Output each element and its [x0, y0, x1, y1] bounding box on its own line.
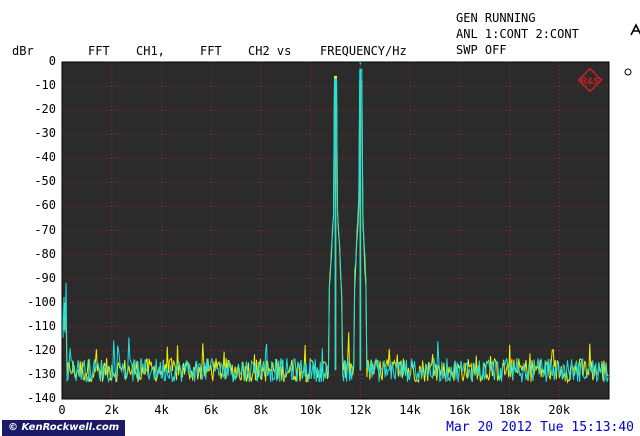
y-tick-label: -100: [27, 294, 56, 309]
x-tick-label: 12k: [349, 403, 372, 417]
x-tick-label: 16k: [448, 403, 471, 417]
watermark-credit: © KenRockwell.com: [2, 420, 126, 436]
svg-text:R&S: R&S: [580, 76, 599, 86]
y-tick-label: -10: [34, 78, 56, 93]
x-tick-label: 14k: [399, 403, 421, 417]
x-tick-label: 4k: [154, 403, 169, 417]
y-tick-label: -50: [34, 174, 56, 189]
scroll-marker-icon: [624, 68, 632, 76]
x-tick-label: 8k: [253, 403, 269, 417]
y-tick-label: -130: [27, 366, 56, 381]
x-tick-label: 18k: [498, 403, 521, 417]
y-tick-label: -60: [34, 198, 56, 213]
y-tick-label: -110: [27, 318, 56, 333]
y-tick-label: -40: [34, 150, 56, 165]
y-tick-label: 0: [48, 54, 56, 68]
timestamp: Mar 20 2012 Tue 15:13:40: [446, 420, 634, 435]
x-tick-label: 2k: [104, 403, 119, 417]
y-tick-label: -30: [34, 126, 56, 141]
x-tick-label: 20k: [548, 403, 571, 417]
y-tick-label: -20: [34, 102, 56, 117]
cursor-marker-icon: ▾: [358, 59, 363, 68]
fft-chart: ▾ R&S: [61, 59, 632, 400]
y-tick-label: -80: [34, 246, 56, 261]
x-tick-label: 10k: [299, 403, 322, 417]
x-tick-label: 6k: [203, 403, 219, 417]
analyzer-screen: GEN RUNNING ANL 1:CONT 2:CONT SWP OFF dB…: [0, 0, 640, 420]
y-tick-label: -70: [34, 222, 56, 237]
x-tick-label: 0: [58, 403, 66, 417]
y-tick-label: -90: [34, 270, 56, 285]
y-tick-label: -120: [27, 342, 56, 357]
footer-bar: © KenRockwell.com Mar 20 2012 Tue 15:13:…: [0, 420, 640, 436]
